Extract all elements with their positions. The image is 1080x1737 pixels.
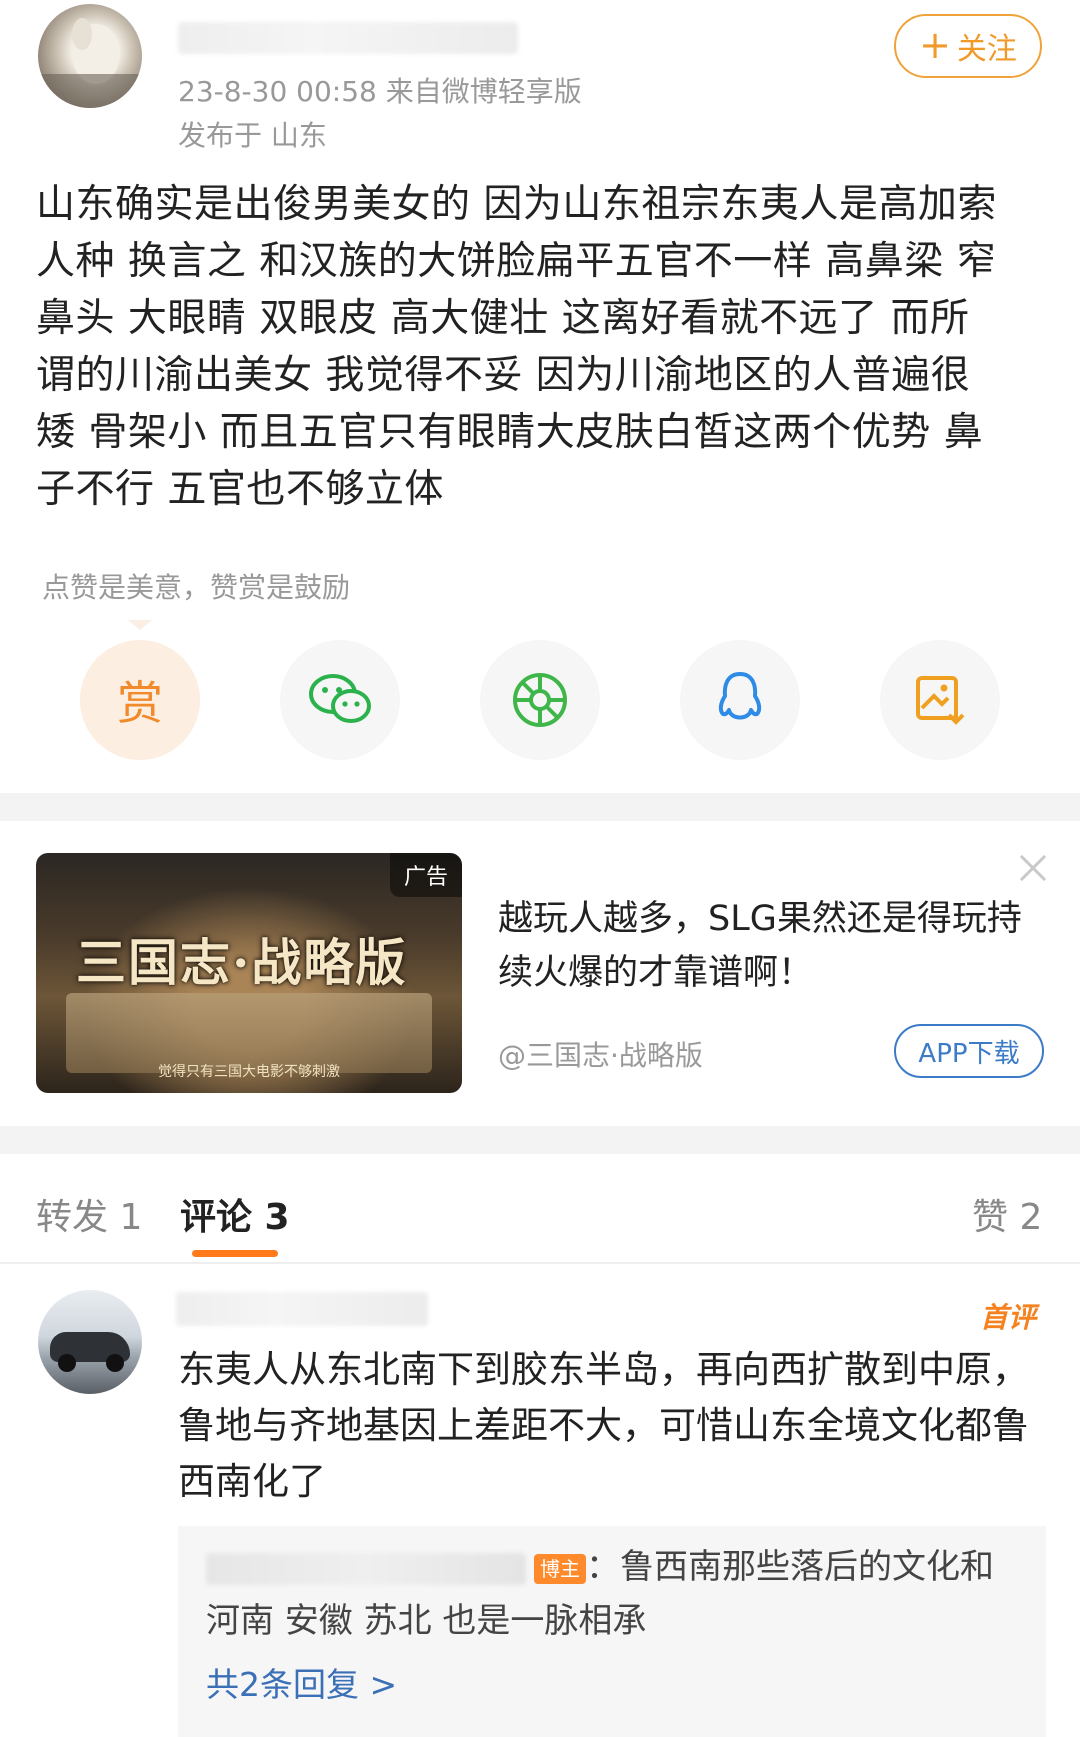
app-download-button[interactable]: APP下载 [894,1024,1044,1078]
commenter-name-redacted[interactable] [176,1292,428,1326]
share-moments-button[interactable] [480,640,600,760]
post-body-text: 山东确实是出俊男美女的 因为山东祖宗东夷人是高加索 人种 换言之 和汉族的大饼脸… [36,182,997,512]
active-tab-indicator [192,1250,278,1257]
post-time-source: 23-8-30 00:58 来自微博轻享版 [178,75,582,108]
host-badge: 博主 [534,1553,586,1584]
save-image-icon [916,676,965,725]
more-replies-link[interactable]: 共2条回复 > [206,1658,397,1706]
ad-image[interactable]: 三国志·战略版 觉得只有三国大电影不够刺激 广告 [36,853,462,1093]
first-comment-badge: 首评 [980,1301,1037,1334]
reward-button[interactable]: 赏 [80,640,200,760]
hint-pointer [128,620,152,630]
close-icon[interactable] [1015,850,1051,886]
poster-avatar[interactable] [38,4,142,108]
avatar-car-wheel [58,1354,76,1372]
replier-name-redacted[interactable] [206,1552,526,1585]
tab-likes[interactable]: 赞 2 [972,1188,1042,1240]
tab-repost[interactable]: 转发 1 [36,1188,142,1240]
comment-text: 东夷人从东北南下到胶东半岛，再向西扩散到中原，鲁地与齐地基因上差距不大，可惜山东… [178,1348,1029,1503]
like-hint: 点赞是美意，赞赏是鼓励 [42,571,351,604]
ad-tag: 广告 [389,853,462,897]
section-divider [0,1126,1080,1154]
ad-source[interactable]: @三国志·战略版 [498,1034,703,1074]
reply-text-block: 博主 ：鲁西南那些落后的文化和河南 安徽 苏北 也是一脉相承 [206,1540,1026,1648]
tab-comments[interactable]: 评论 3 [180,1188,290,1240]
moments-icon [513,673,567,727]
follow-button[interactable]: + 关注 [894,14,1042,78]
reward-icon: 赏 [117,676,163,730]
plus-icon: + [919,22,951,67]
wechat-icon [309,674,371,723]
section-divider [0,793,1080,821]
post-location: 发布于 山东 [178,119,327,152]
ad-title[interactable]: 越玩人越多，SLG果然还是得玩持续火爆的才靠谱啊！ [498,892,1038,1000]
commenter-avatar[interactable] [38,1290,142,1394]
ad-image-subtitle: 觉得只有三国大电影不够刺激 [158,1064,340,1080]
poster-name-redacted[interactable] [178,22,518,54]
ad-image-logo: 三国志·战略版 [76,933,408,992]
share-wechat-button[interactable] [280,640,400,760]
share-qq-button[interactable] [680,640,800,760]
tab-divider [0,1262,1080,1264]
save-image-button[interactable] [880,640,1000,760]
avatar-image [38,18,142,108]
follow-label: 关注 [956,32,1017,67]
avatar-car-wheel [106,1354,124,1372]
qq-icon [718,672,762,720]
